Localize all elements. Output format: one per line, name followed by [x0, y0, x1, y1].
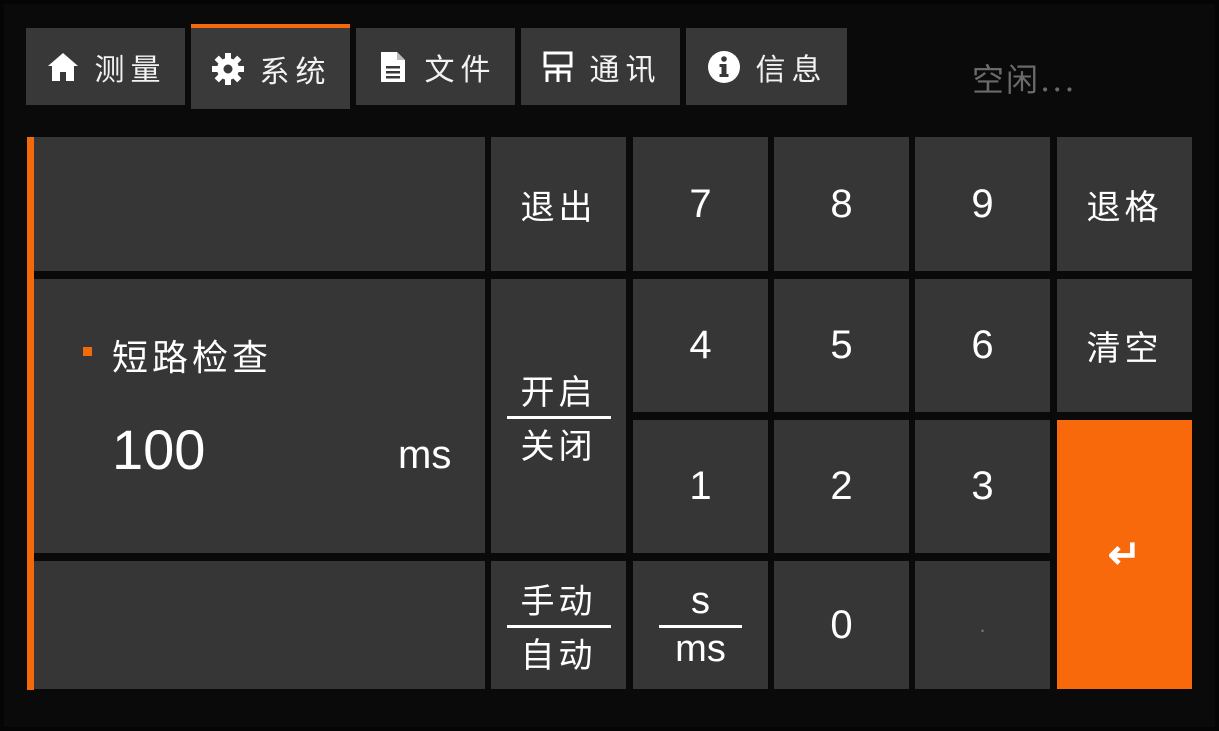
tab-label: 文件 — [424, 52, 497, 88]
accent-bar — [27, 137, 34, 690]
tab-label: 通讯 — [589, 52, 662, 88]
field-label: 短路检查 — [112, 338, 273, 379]
key-4[interactable]: 4 — [633, 279, 768, 412]
key-6[interactable]: 6 — [915, 279, 1050, 412]
info-icon — [706, 49, 742, 85]
key-3[interactable]: 3 — [915, 420, 1050, 553]
tab-system[interactable]: 系统 — [191, 24, 350, 109]
tab-label: 信息 — [755, 52, 828, 88]
clear-button[interactable]: 清空 — [1057, 279, 1192, 412]
document-icon — [375, 49, 411, 85]
key-8[interactable]: 8 — [774, 137, 909, 271]
key-5[interactable]: 5 — [774, 279, 909, 412]
key-9[interactable]: 9 — [915, 137, 1050, 271]
key-7[interactable]: 7 — [633, 137, 768, 271]
toggle-on-label: 开启 — [506, 365, 611, 419]
mode-manual-label: 手动 — [506, 574, 611, 628]
gear-icon — [210, 51, 246, 87]
on-off-toggle[interactable]: 开启 关闭 — [491, 279, 626, 553]
manual-auto-toggle[interactable]: 手动 自动 — [491, 561, 626, 689]
network-icon — [540, 49, 576, 85]
field-unit: ms — [398, 433, 452, 477]
param-panel-bottom — [34, 561, 485, 689]
field-value: 100 — [112, 418, 206, 481]
key-2[interactable]: 2 — [774, 420, 909, 553]
backspace-button[interactable]: 退格 — [1057, 137, 1192, 271]
mode-auto-label: 自动 — [520, 635, 597, 676]
tab-communication[interactable]: 通讯 — [521, 28, 680, 105]
key-dot[interactable]: . — [915, 561, 1050, 689]
unit-s-label: s — [659, 580, 742, 628]
status-text: 空闲... — [972, 61, 1077, 99]
key-0[interactable]: 0 — [774, 561, 909, 689]
key-1[interactable]: 1 — [633, 420, 768, 553]
tab-label: 测量 — [94, 52, 167, 88]
field-marker — [83, 347, 92, 356]
enter-button[interactable]: ↵ — [1057, 420, 1192, 689]
home-icon — [45, 49, 81, 85]
exit-button[interactable]: 退出 — [491, 137, 626, 271]
toggle-off-label: 关闭 — [520, 426, 597, 467]
tab-label: 系统 — [259, 54, 332, 90]
tab-measure[interactable]: 测量 — [26, 28, 185, 105]
enter-icon: ↵ — [1107, 532, 1142, 577]
param-panel-top — [34, 137, 485, 271]
unit-toggle[interactable]: s ms — [633, 561, 768, 689]
tab-file[interactable]: 文件 — [356, 28, 515, 105]
param-field[interactable]: 短路检查 100 ms — [34, 279, 485, 553]
unit-ms-label: ms — [675, 627, 726, 670]
tab-info[interactable]: 信息 — [686, 28, 847, 105]
